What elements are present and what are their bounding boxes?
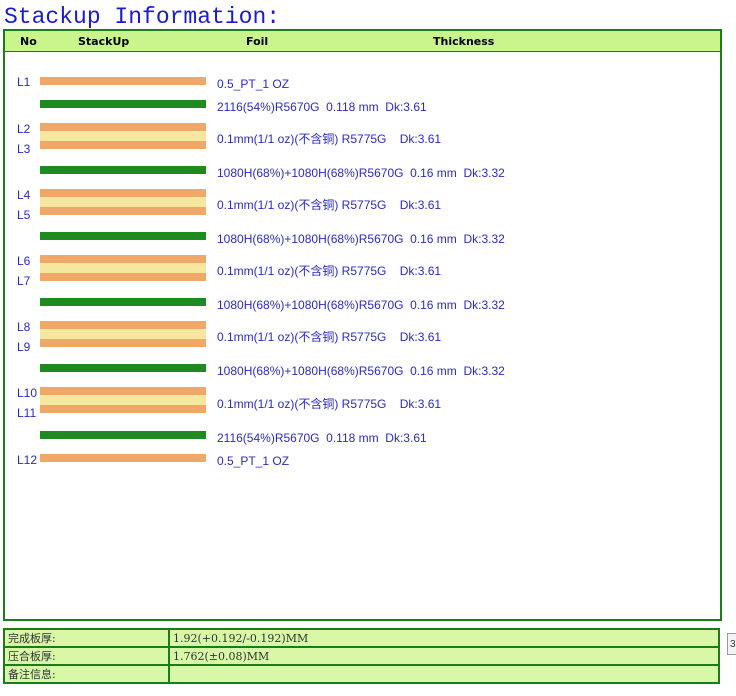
remarks-label: 备注信息:	[3, 664, 170, 684]
finished-thickness-label: 完成板厚:	[3, 628, 170, 648]
layer-label: L1	[17, 75, 31, 89]
page-title: Stackup Information:	[4, 4, 281, 30]
layer-label: L4	[17, 188, 31, 202]
copper-layer-bar	[40, 273, 206, 281]
copper-layer-bar	[40, 255, 206, 263]
layer-label: L11	[17, 406, 37, 420]
copper-layer-bar	[40, 77, 206, 85]
copper-layer-bar	[40, 405, 206, 413]
layer-material-info: 0.1mm(1/1 oz)(不含铜) R5775G Dk:3.61	[217, 397, 442, 411]
stackup-panel: No StackUp Foil Thickness L1 L2 L3 L4 L5…	[3, 29, 722, 621]
column-header-foil: Foil	[246, 35, 269, 48]
layer-label: L9	[17, 340, 31, 354]
table-row: 压合板厚: 1.762(±0.08)MM	[3, 646, 720, 666]
board-summary-table: 完成板厚: 1.92(+0.192/-0.192)MM 压合板厚: 1.762(…	[3, 628, 720, 684]
copper-layer-bar	[40, 454, 206, 462]
prepreg-bar	[40, 166, 206, 174]
layer-label: L5	[17, 208, 31, 222]
layer-label: L6	[17, 254, 31, 268]
layer-label: L12	[17, 453, 38, 467]
copper-layer-bar	[40, 207, 206, 215]
copper-layer-bar	[40, 141, 206, 149]
copper-layer-bar	[40, 189, 206, 197]
core-bar	[40, 131, 206, 141]
prepreg-bar	[40, 100, 206, 108]
layer-material-info: 1080H(68%)+1080H(68%)R5670G 0.16 mm Dk:3…	[217, 364, 505, 378]
layer-material-info: 0.5_PT_1 OZ	[217, 454, 290, 468]
core-bar	[40, 197, 206, 207]
layer-label: L3	[17, 142, 31, 156]
copper-layer-bar	[40, 387, 206, 395]
remarks-value	[168, 664, 720, 684]
layer-label: L2	[17, 122, 31, 136]
finished-thickness-value: 1.92(+0.192/-0.192)MM	[168, 628, 720, 648]
layer-material-info: 2116(54%)R5670G 0.118 mm Dk:3.61	[217, 100, 427, 114]
side-tab[interactable]: 3	[727, 633, 736, 655]
column-header-thickness: Thickness	[433, 35, 495, 48]
core-bar	[40, 263, 206, 273]
layer-material-info: 1080H(68%)+1080H(68%)R5670G 0.16 mm Dk:3…	[217, 298, 505, 312]
prepreg-bar	[40, 298, 206, 306]
copper-layer-bar	[40, 321, 206, 329]
layer-material-info: 0.1mm(1/1 oz)(不含铜) R5775G Dk:3.61	[217, 264, 442, 278]
layer-material-info: 0.5_PT_1 OZ	[217, 77, 290, 91]
table-row: 完成板厚: 1.92(+0.192/-0.192)MM	[3, 628, 720, 648]
layer-label: L10	[17, 386, 38, 400]
copper-layer-bar	[40, 339, 206, 347]
core-bar	[40, 329, 206, 339]
layer-label: L8	[17, 320, 31, 334]
layer-label: L7	[17, 274, 31, 288]
layer-material-info: 0.1mm(1/1 oz)(不含铜) R5775G Dk:3.61	[217, 132, 442, 146]
layer-material-info: 0.1mm(1/1 oz)(不含铜) R5775G Dk:3.61	[217, 330, 442, 344]
copper-layer-bar	[40, 123, 206, 131]
pressed-thickness-value: 1.762(±0.08)MM	[168, 646, 720, 666]
column-header-stackup: StackUp	[78, 35, 130, 48]
layer-material-info: 1080H(68%)+1080H(68%)R5670G 0.16 mm Dk:3…	[217, 166, 505, 180]
core-bar	[40, 395, 206, 405]
layer-material-info: 2116(54%)R5670G 0.118 mm Dk:3.61	[217, 431, 427, 445]
column-header-no: No	[20, 35, 37, 48]
prepreg-bar	[40, 364, 206, 372]
prepreg-bar	[40, 232, 206, 240]
layer-material-info: 1080H(68%)+1080H(68%)R5670G 0.16 mm Dk:3…	[217, 232, 505, 246]
prepreg-bar	[40, 431, 206, 439]
pressed-thickness-label: 压合板厚:	[3, 646, 170, 666]
table-row: 备注信息:	[3, 664, 720, 684]
layer-material-info: 0.1mm(1/1 oz)(不含铜) R5775G Dk:3.61	[217, 198, 442, 212]
table-header: No StackUp Foil Thickness	[5, 31, 720, 52]
